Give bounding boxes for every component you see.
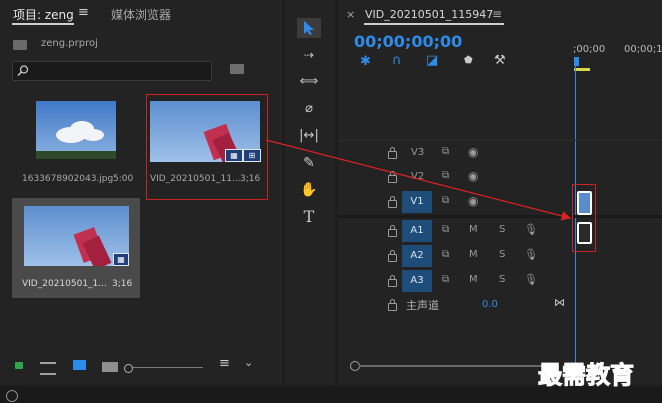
- annotation-arrow: [265, 139, 572, 221]
- creative-cloud-icon[interactable]: [6, 390, 18, 402]
- status-bar: [0, 387, 662, 403]
- watermark: 最需教育: [538, 360, 635, 390]
